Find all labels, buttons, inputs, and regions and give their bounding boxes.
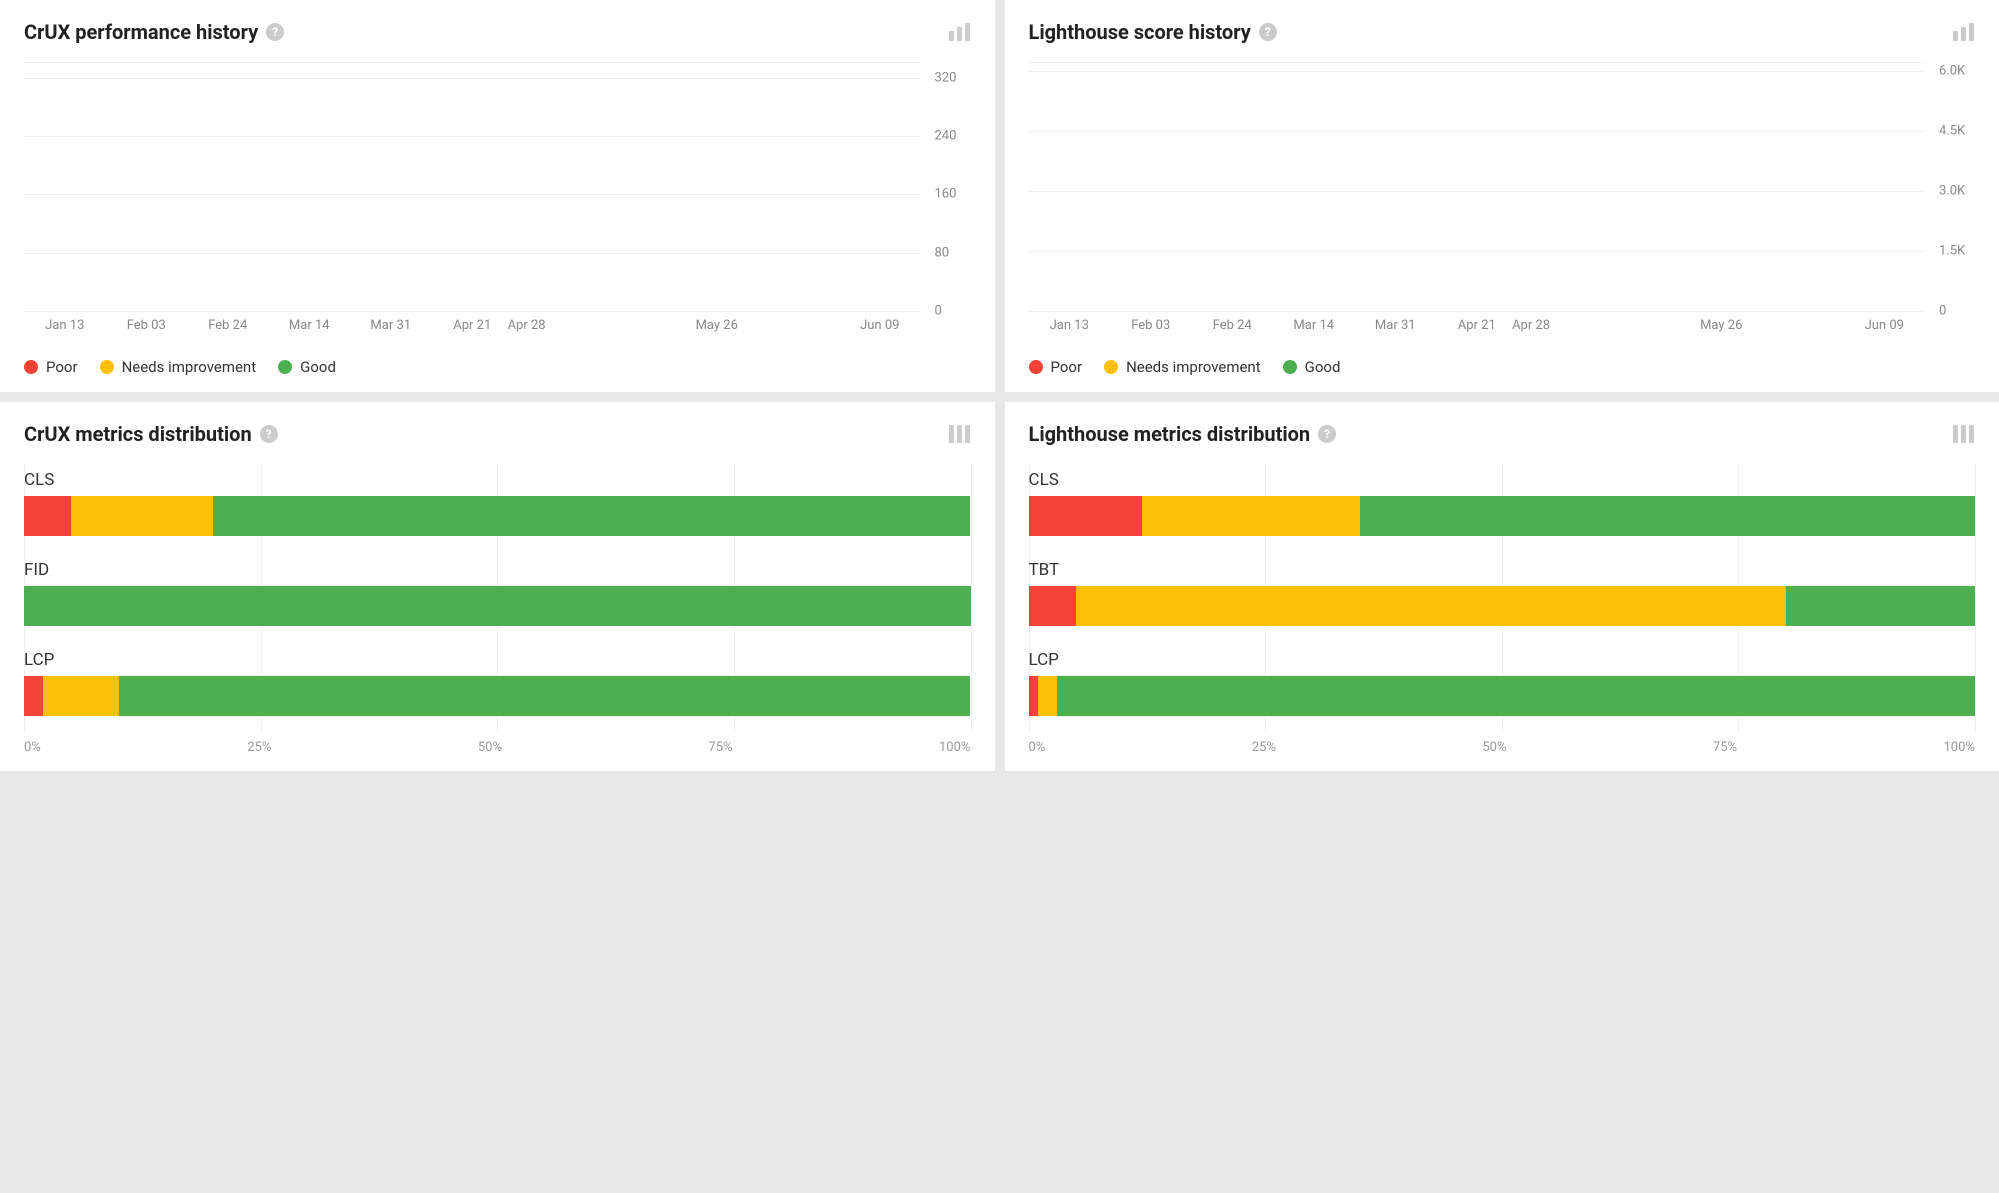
x-tick: Mar 31: [370, 318, 411, 333]
legend-label: Poor: [1051, 358, 1083, 376]
dist-bar[interactable]: [1029, 676, 1976, 716]
panel-crux-history: CrUX performance history ? 0 80 160 240 320 …: [0, 0, 995, 392]
panel-header: CrUX performance history ?: [24, 20, 971, 44]
dist-metric-label: TBT: [1029, 560, 1976, 580]
dist-metric-label: CLS: [1029, 470, 1976, 490]
y-tick: 1.5K: [1931, 244, 1975, 259]
legend-label: Poor: [46, 358, 78, 376]
dist-metric-label: LCP: [24, 650, 971, 670]
stacked-bar-chart: 0 80 160 240 320 Jan 13 Feb 03 Feb 24 Mar 14 Mar…: [24, 62, 971, 340]
help-icon[interactable]: ?: [266, 23, 284, 41]
x-tick: Jun 09: [860, 318, 899, 333]
dist-row: TBT: [1029, 560, 1976, 626]
x-tick: Apr 28: [508, 318, 546, 333]
y-tick: 0: [1931, 304, 1975, 319]
x-tick: Mar 31: [1375, 318, 1416, 333]
y-tick: 320: [927, 70, 971, 85]
panel-lighthouse-dist: Lighthouse metrics distribution ? CLS TBT…: [1005, 402, 1999, 771]
x-tick: May 26: [1700, 318, 1742, 333]
distribution-chart: CLS FID LCP 0% 25% 50% 75% 100%: [24, 464, 971, 755]
panel-title: CrUX metrics distribution: [24, 422, 252, 446]
panel-header: Lighthouse score history ?: [1029, 20, 1976, 44]
x-tick: Apr 21: [453, 318, 491, 333]
legend-label: Good: [300, 358, 336, 376]
x-tick: Jan 13: [1050, 318, 1089, 333]
y-tick: 4.5K: [1931, 124, 1975, 139]
x-tick: May 26: [696, 318, 738, 333]
chart-type-icon[interactable]: [949, 23, 971, 41]
x-tick: 50%: [1482, 740, 1506, 755]
x-tick: Mar 14: [1293, 318, 1334, 333]
x-tick: 100%: [1944, 740, 1975, 755]
legend-needs-improvement[interactable]: Needs improvement: [100, 358, 257, 376]
x-tick: Apr 21: [1458, 318, 1496, 333]
legend-label: Good: [1305, 358, 1341, 376]
legend-good[interactable]: Good: [1283, 358, 1341, 376]
stacked-bar-chart: 0 1.5K 3.0K 4.5K 6.0K Jan 13 Feb 03 Feb 24 Mar …: [1029, 62, 1976, 340]
x-tick: 75%: [708, 740, 732, 755]
x-tick: Jun 09: [1865, 318, 1904, 333]
help-icon[interactable]: ?: [1318, 425, 1336, 443]
legend-poor[interactable]: Poor: [1029, 358, 1083, 376]
legend-good[interactable]: Good: [278, 358, 336, 376]
dist-bar[interactable]: [1029, 586, 1976, 626]
x-tick: 75%: [1713, 740, 1737, 755]
x-tick: Mar 14: [289, 318, 330, 333]
panel-title: Lighthouse score history: [1029, 20, 1251, 44]
dist-metric-label: CLS: [24, 470, 971, 490]
y-tick: 3.0K: [1931, 184, 1975, 199]
x-tick: 0%: [1029, 740, 1046, 755]
legend-label: Needs improvement: [1126, 358, 1261, 376]
x-tick: 100%: [939, 740, 970, 755]
y-tick: 6.0K: [1931, 64, 1975, 79]
y-tick: 80: [927, 245, 971, 260]
panel-crux-dist: CrUX metrics distribution ? CLS FID LCP 0% 2…: [0, 402, 995, 771]
legend-poor[interactable]: Poor: [24, 358, 78, 376]
y-tick: 240: [927, 128, 971, 143]
legend: Poor Needs improvement Good: [1029, 358, 1976, 376]
panel-header: CrUX metrics distribution ?: [24, 422, 971, 446]
x-tick: 25%: [247, 740, 271, 755]
dist-x-axis: 0% 25% 50% 75% 100%: [1029, 740, 1976, 755]
chart-type-icon[interactable]: [1953, 23, 1975, 41]
dist-bar[interactable]: [1029, 496, 1976, 536]
dist-row: CLS: [24, 470, 971, 536]
y-tick: 160: [927, 187, 971, 202]
panel-lighthouse-history: Lighthouse score history ? 0 1.5K 3.0K 4.5K…: [1005, 0, 1999, 392]
dist-row: CLS: [1029, 470, 1976, 536]
x-tick: 50%: [478, 740, 502, 755]
help-icon[interactable]: ?: [260, 425, 278, 443]
panel-title: Lighthouse metrics distribution: [1029, 422, 1311, 446]
dist-metric-label: LCP: [1029, 650, 1976, 670]
dist-row: LCP: [24, 650, 971, 716]
dist-bar[interactable]: [24, 676, 971, 716]
dist-row: LCP: [1029, 650, 1976, 716]
x-tick: Jan 13: [45, 318, 84, 333]
x-tick: 25%: [1252, 740, 1276, 755]
dist-x-axis: 0% 25% 50% 75% 100%: [24, 740, 971, 755]
help-icon[interactable]: ?: [1259, 23, 1277, 41]
y-tick: 0: [927, 304, 971, 319]
chart-type-icon[interactable]: [1953, 425, 1975, 443]
dist-bar[interactable]: [24, 496, 971, 536]
panel-title: CrUX performance history: [24, 20, 258, 44]
legend: Poor Needs improvement Good: [24, 358, 971, 376]
dist-metric-label: FID: [24, 560, 971, 580]
distribution-chart: CLS TBT LCP 0% 25% 50% 75% 100%: [1029, 464, 1976, 755]
x-tick: Feb 24: [208, 318, 247, 333]
x-tick: Feb 24: [1213, 318, 1252, 333]
x-tick: Apr 28: [1512, 318, 1550, 333]
dist-row: FID: [24, 560, 971, 626]
legend-label: Needs improvement: [122, 358, 257, 376]
panel-header: Lighthouse metrics distribution ?: [1029, 422, 1976, 446]
legend-needs-improvement[interactable]: Needs improvement: [1104, 358, 1261, 376]
x-tick: Feb 03: [127, 318, 166, 333]
x-tick: 0%: [24, 740, 41, 755]
dist-bar[interactable]: [24, 586, 971, 626]
x-tick: Feb 03: [1131, 318, 1170, 333]
chart-type-icon[interactable]: [949, 425, 971, 443]
